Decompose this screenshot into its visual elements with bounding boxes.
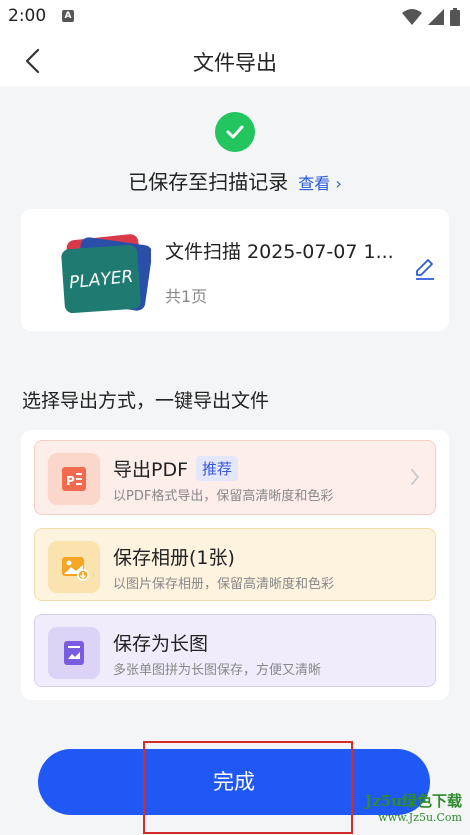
view-record-link[interactable]: 查看 › [298,174,342,193]
edit-name-button[interactable] [413,257,437,281]
album-icon [48,541,100,593]
recommended-badge: 推荐 [196,456,239,481]
watermark-line1: Jz5u绿色下载 [365,792,462,810]
long-image-icon [48,627,100,679]
document-thumbnail: PLAYER [61,234,151,314]
status-time: 2:00 [8,6,47,26]
option-title: 导出PDF 推荐 [113,455,239,482]
saved-text: 已保存至扫描记录 [128,170,289,194]
option-subtitle: 以图片保存相册，保留高清晰度和色彩 [113,577,335,592]
page-title: 文件导出 [193,51,277,75]
option-subtitle: 以PDF格式导出，保留高清晰度和色彩 [113,489,334,504]
pencil-icon [416,259,434,280]
success-check-icon [215,112,255,152]
save-long-image-option[interactable]: 保存为长图 多张单图拼为长图保存，方便又清晰 [34,614,436,687]
saved-message: 已保存至扫描记录 查看 › [0,166,470,195]
status-icons [402,8,460,26]
export-section-title: 选择导出方式，一键导出文件 [22,390,270,412]
option-title: 保存为长图 [113,633,209,655]
export-options-panel: P 导出PDF 推荐 以PDF格式导出，保留高清晰度和色彩 保存相册(1张) 以图… [21,430,449,700]
svg-text:P: P [66,474,75,488]
option-subtitle: 多张单图拼为长图保存，方便又清晰 [113,663,322,678]
document-name: 文件扫描 2025-07-07 1... [165,241,394,263]
chevron-right-icon [411,469,420,485]
battery-icon [450,8,460,26]
document-page-count: 共1页 [165,287,208,306]
export-pdf-option[interactable]: P 导出PDF 推荐 以PDF格式导出，保留高清晰度和色彩 [34,440,436,515]
save-album-option[interactable]: 保存相册(1张) 以图片保存相册，保留高清晰度和色彩 [34,528,436,601]
top-app-bar: 文件导出 [0,34,470,86]
wifi-icon [402,9,422,25]
notification-a-icon: A [62,10,74,22]
option-title: 保存相册(1张) [113,547,235,569]
document-card[interactable]: PLAYER 文件扫描 2025-07-07 1... 共1页 [21,209,449,331]
watermark: Jz5u绿色下载 www.Jz5u.Com [365,790,462,824]
status-bar: 2:00 A [0,0,470,34]
watermark-line2: www.Jz5u.Com [378,811,462,824]
pdf-icon: P [48,453,100,505]
signal-icon [428,9,444,25]
